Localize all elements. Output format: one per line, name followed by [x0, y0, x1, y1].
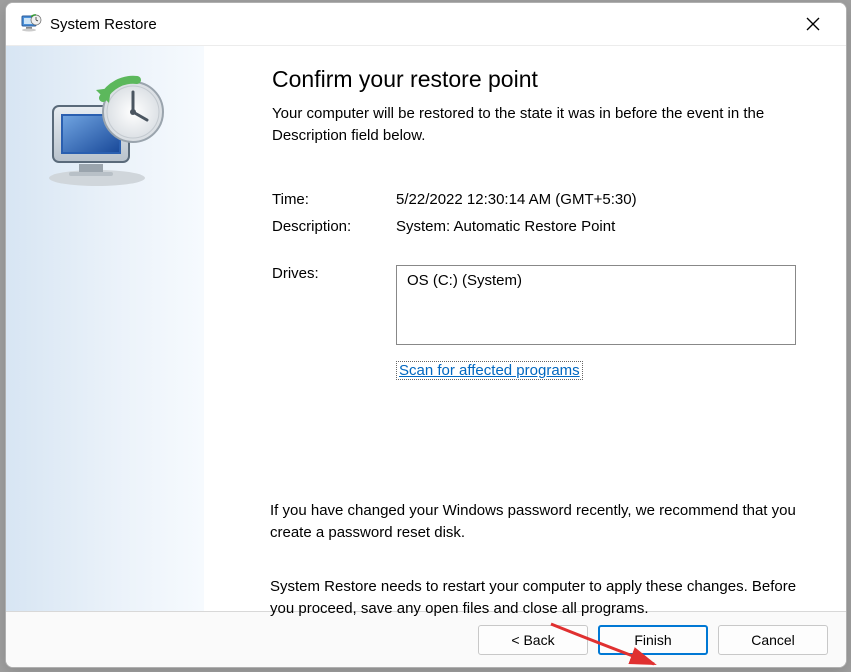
window-body: Confirm your restore point Your computer…: [6, 45, 846, 611]
window-title: System Restore: [50, 16, 790, 33]
drives-listbox[interactable]: OS (C:) (System): [396, 265, 796, 345]
time-label: Time:: [272, 191, 396, 208]
finish-button[interactable]: Finish: [598, 625, 708, 655]
drive-item[interactable]: OS (C:) (System): [407, 272, 785, 289]
back-button[interactable]: < Back: [478, 625, 588, 655]
description-label: Description:: [272, 218, 396, 235]
restart-note: System Restore needs to restart your com…: [270, 576, 815, 620]
system-restore-window: System Restore: [5, 2, 847, 668]
description-value: System: Automatic Restore Point: [396, 218, 816, 235]
system-restore-app-icon: [20, 14, 42, 34]
cancel-button[interactable]: Cancel: [718, 625, 828, 655]
titlebar: System Restore: [6, 3, 846, 45]
drives-row: Drives: OS (C:) (System): [272, 265, 816, 345]
description-row: Description: System: Automatic Restore P…: [272, 218, 816, 235]
sidebar: [6, 46, 204, 611]
page-heading: Confirm your restore point: [272, 66, 816, 93]
system-restore-icon: [41, 68, 169, 611]
password-note: If you have changed your Windows passwor…: [270, 500, 815, 544]
drives-label: Drives:: [272, 265, 396, 345]
close-button[interactable]: [790, 8, 836, 40]
time-value: 5/22/2022 12:30:14 AM (GMT+5:30): [396, 191, 816, 208]
close-icon: [806, 17, 820, 31]
page-subheading: Your computer will be restored to the st…: [272, 103, 792, 147]
time-row: Time: 5/22/2022 12:30:14 AM (GMT+5:30): [272, 191, 816, 208]
scan-affected-programs-link[interactable]: Scan for affected programs: [396, 361, 583, 380]
